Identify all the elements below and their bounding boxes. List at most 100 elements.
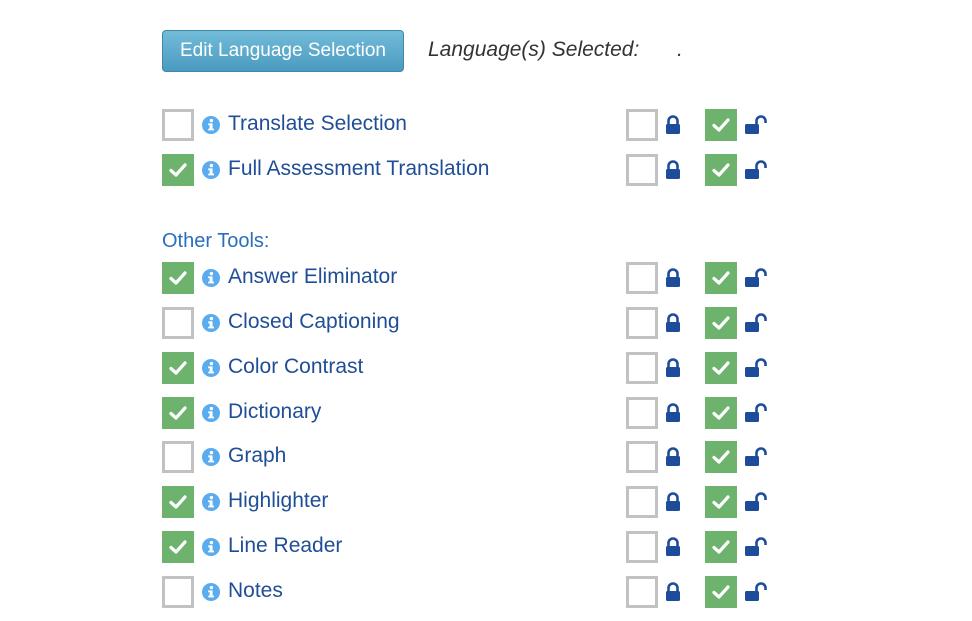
tool-label: Full Assessment Translation [228,157,490,180]
lock-closed-icon [666,268,680,287]
tool-row: Answer Eliminator [0,262,972,294]
other-tools-heading: Other Tools: [162,230,270,252]
lock-closed-icon [666,402,680,422]
tool-enable-checkbox[interactable] [162,441,194,474]
lock-closed-icon [666,115,680,134]
tool-enable-checkbox[interactable] [162,396,194,429]
edit-language-selection-button[interactable]: Edit Language Selection [162,30,404,72]
tool-unlock-checkbox[interactable] [705,486,737,519]
tool-row: Highlighter [0,486,972,519]
checkmark-icon [169,271,187,285]
info-circle-icon[interactable] [202,582,220,601]
checkmark-icon [712,163,730,177]
lock-closed-icon [666,357,680,377]
tool-unlock-checkbox[interactable] [705,441,737,474]
tool-enable-checkbox[interactable] [162,109,194,141]
tool-lock-checkbox[interactable] [626,306,658,339]
lock-open-icon [745,160,767,179]
checkmark-icon [712,495,730,509]
tool-row: Translate Selection [0,109,972,141]
tool-enable-checkbox[interactable] [162,486,194,519]
tool-unlock-checkbox[interactable] [705,531,737,564]
tool-enable-checkbox[interactable] [162,262,194,294]
checkmark-icon [169,405,187,420]
tool-enable-checkbox[interactable] [162,306,194,339]
tool-row: Closed Captioning [0,306,972,339]
info-circle-icon[interactable] [202,448,220,467]
tool-unlock-checkbox[interactable] [705,575,737,608]
checkmark-icon [169,540,187,554]
tool-row: Graph [0,441,972,474]
tool-label: Color Contrast [228,354,364,378]
checkmark-icon [712,585,730,599]
lock-open-icon [745,537,767,557]
tool-row: Color Contrast [0,351,972,384]
tool-label: Dictionary [228,399,322,423]
lock-open-icon [745,582,767,601]
lock-open-icon [745,268,767,287]
info-circle-icon[interactable] [202,493,220,512]
lock-open-icon [745,357,767,377]
checkmark-icon [169,361,187,375]
tool-unlock-checkbox[interactable] [705,306,737,339]
lock-open-icon [745,402,767,422]
tool-unlock-checkbox[interactable] [705,109,737,141]
tool-label: Notes [228,578,283,602]
tool-enable-checkbox[interactable] [162,575,194,608]
lock-open-icon [745,492,767,512]
checkmark-icon [712,405,730,420]
lock-closed-icon [666,160,680,179]
tool-lock-checkbox[interactable] [626,531,658,564]
lock-open-icon [745,447,767,467]
languages-selected-label: Language(s) Selected: [428,38,640,61]
tool-lock-checkbox[interactable] [626,396,658,429]
lock-closed-icon [666,582,680,601]
tool-lock-checkbox[interactable] [626,262,658,294]
tool-lock-checkbox[interactable] [626,351,658,384]
lock-open-icon [745,115,767,134]
lock-closed-icon [666,537,680,557]
checkmark-icon [169,495,187,509]
checkmark-icon [712,271,730,285]
checkmark-icon [712,361,730,375]
tool-label: Closed Captioning [228,309,400,333]
tool-row: Notes [0,575,972,608]
tool-label: Translate Selection [228,112,407,135]
lock-closed-icon [666,492,680,512]
tool-row: Line Reader [0,531,972,564]
lock-closed-icon [666,313,680,332]
checkmark-icon [712,540,730,554]
tool-unlock-checkbox[interactable] [705,262,737,294]
info-circle-icon[interactable] [202,403,220,422]
languages-selected-value: . [677,38,683,61]
tool-enable-checkbox[interactable] [162,351,194,384]
tool-label: Line Reader [228,534,343,558]
info-circle-icon[interactable] [202,269,220,287]
tool-unlock-checkbox[interactable] [705,351,737,384]
tool-unlock-checkbox[interactable] [705,154,737,186]
lock-open-icon [745,313,767,332]
tool-lock-checkbox[interactable] [626,575,658,608]
tool-enable-checkbox[interactable] [162,154,194,186]
checkmark-icon [712,118,730,132]
tool-lock-checkbox[interactable] [626,486,658,519]
tool-enable-checkbox[interactable] [162,531,194,564]
checkmark-icon [712,450,730,464]
tool-row: Dictionary [0,396,972,429]
tool-lock-checkbox[interactable] [626,154,658,186]
tool-label: Highlighter [228,489,329,513]
tool-label: Graph [228,444,287,468]
info-circle-icon[interactable] [202,358,220,377]
tool-label: Answer Eliminator [228,265,398,288]
info-circle-icon[interactable] [202,313,220,332]
lock-closed-icon [666,447,680,467]
checkmark-icon [712,316,730,330]
checkmark-icon [169,163,187,177]
tool-row: Full Assessment Translation [0,154,972,186]
tool-unlock-checkbox[interactable] [705,396,737,429]
info-circle-icon[interactable] [202,116,220,134]
info-circle-icon[interactable] [202,538,220,557]
tool-lock-checkbox[interactable] [626,109,658,141]
tool-lock-checkbox[interactable] [626,441,658,474]
info-circle-icon[interactable] [202,161,220,179]
